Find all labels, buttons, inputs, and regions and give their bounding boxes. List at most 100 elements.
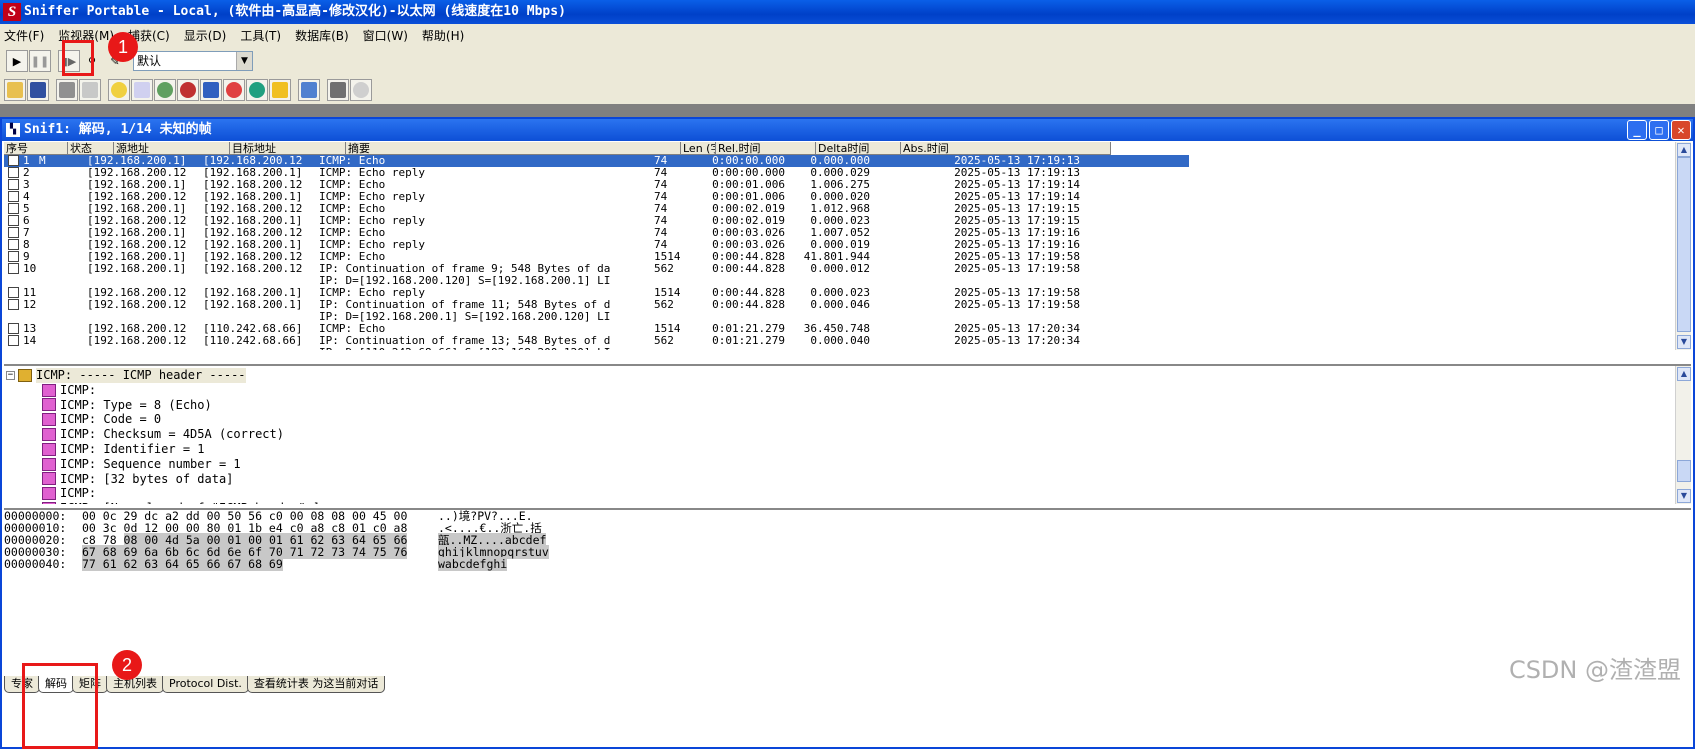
table-row[interactable]: IP: D=[110.242.68.66] S=[192.168.200.120… bbox=[4, 347, 1189, 350]
maximize-button[interactable]: □ bbox=[1649, 120, 1669, 140]
close-button[interactable]: ✕ bbox=[1671, 120, 1691, 140]
menu-item[interactable]: 工具(T) bbox=[240, 27, 281, 44]
chevron-down-icon[interactable]: ▼ bbox=[236, 52, 252, 70]
tree-node[interactable]: ICMP: [32 bytes of data] bbox=[6, 472, 320, 487]
table-row[interactable]: 7 [192.168.200.1] [192.168.200.12 ICMP: Ech… bbox=[4, 227, 1189, 239]
cell-no: 1 bbox=[23, 155, 30, 167]
table-row[interactable]: 2 [192.168.200.12 [192.168.200.1] ICMP: Ech… bbox=[4, 167, 1189, 179]
print-setup-icon[interactable] bbox=[79, 79, 101, 101]
scroll-up-icon[interactable]: ▲ bbox=[1677, 143, 1691, 157]
decode-window-titlebar[interactable]: ▚ Snif1: 解码, 1/14 未知的帧 _ □ ✕ bbox=[2, 119, 1693, 141]
hex-row: 00000040: 77 61 62 63 64 65 66 67 68 69 wa… bbox=[4, 557, 1691, 571]
application-response-icon[interactable] bbox=[177, 79, 199, 101]
matrix-icon[interactable] bbox=[154, 79, 176, 101]
column-header[interactable]: Delta时间 bbox=[816, 142, 901, 155]
column-header[interactable]: 摘要 bbox=[346, 142, 681, 155]
cell-summary: IP: D=[110.242.68.66] S=[192.168.200.120… bbox=[317, 347, 652, 350]
profile-select[interactable]: 默认 ▼ bbox=[133, 51, 253, 71]
menu-item[interactable]: 帮助(H) bbox=[422, 27, 464, 44]
view-tab[interactable]: 查看统计表 为这当前对话 bbox=[246, 676, 386, 693]
table-row[interactable]: 8 [192.168.200.12 [192.168.200.1] ICMP: Ech… bbox=[4, 239, 1189, 251]
scroll-thumb[interactable] bbox=[1677, 157, 1691, 332]
cell-abs: 2025-05-13 17:19:58 bbox=[954, 299, 1080, 311]
tree-node[interactable]: ICMP: Identifier = 1 bbox=[6, 442, 320, 457]
hex-bytes[interactable]: 77 61 62 63 64 65 66 67 68 69 bbox=[82, 557, 438, 571]
column-header[interactable]: 目标地址 bbox=[230, 142, 346, 155]
view-tab[interactable]: Protocol Dist. bbox=[162, 676, 249, 693]
column-header[interactable]: Len (字 bbox=[681, 142, 716, 155]
table-row[interactable]: 13 [192.168.200.12 [110.242.68.66] ICMP: Ec… bbox=[4, 323, 1189, 335]
row-checkbox[interactable] bbox=[8, 299, 19, 310]
scroll-down-icon[interactable]: ▼ bbox=[1677, 489, 1691, 503]
tree-node[interactable]: ICMP: bbox=[6, 486, 320, 501]
table-row[interactable]: IP: D=[192.168.200.1] S=[192.168.200.120… bbox=[4, 311, 1189, 323]
pause-capture-button[interactable]: ❚❚ bbox=[29, 50, 51, 72]
row-checkbox[interactable] bbox=[8, 203, 19, 214]
collapse-icon[interactable]: − bbox=[6, 370, 15, 380]
tree-node[interactable]: ICMP: Sequence number = 1 bbox=[6, 457, 320, 472]
menu-item[interactable]: 数据库(B) bbox=[295, 27, 349, 44]
table-row[interactable]: 4 [192.168.200.12 [192.168.200.1] ICMP: Ech… bbox=[4, 191, 1189, 203]
tree-node[interactable]: ICMP: bbox=[6, 383, 320, 398]
alarm-log-icon[interactable] bbox=[269, 79, 291, 101]
row-checkbox[interactable] bbox=[8, 155, 19, 166]
row-checkbox[interactable] bbox=[8, 239, 19, 250]
open-file-icon[interactable] bbox=[4, 79, 26, 101]
tree-root-node[interactable]: − ICMP: ----- ICMP header ----- bbox=[6, 368, 320, 383]
row-checkbox[interactable] bbox=[8, 263, 19, 274]
table-row[interactable]: 12 [192.168.200.12 [192.168.200.1] IP: Cont… bbox=[4, 299, 1189, 311]
column-header[interactable]: 源地址 bbox=[114, 142, 230, 155]
row-checkbox[interactable] bbox=[8, 251, 19, 262]
table-row[interactable]: 10 [192.168.200.1] [192.168.200.12 IP: Cont… bbox=[4, 263, 1189, 275]
minimize-button[interactable]: _ bbox=[1627, 120, 1647, 140]
cell-status bbox=[39, 179, 85, 191]
column-header[interactable]: Abs.时间 bbox=[901, 142, 1111, 155]
column-header[interactable]: Rel.时间 bbox=[716, 142, 816, 155]
menu-item[interactable]: 窗口(W) bbox=[363, 27, 408, 44]
row-checkbox[interactable] bbox=[8, 179, 19, 190]
column-header[interactable]: 序号 bbox=[4, 142, 68, 155]
column-header[interactable]: 状态 bbox=[68, 142, 114, 155]
dashboard-icon[interactable] bbox=[108, 79, 130, 101]
row-checkbox[interactable] bbox=[8, 215, 19, 226]
scroll-up-icon[interactable]: ▲ bbox=[1677, 367, 1691, 381]
table-row[interactable]: 14 [192.168.200.12 [110.242.68.66] IP: Cont… bbox=[4, 335, 1189, 347]
print-icon[interactable] bbox=[56, 79, 78, 101]
ascii-bytes[interactable]: wabcdefghi bbox=[438, 557, 568, 571]
tree-node[interactable]: ICMP: [Normal end of "ICMP header".] bbox=[6, 501, 320, 504]
table-row[interactable]: 6 [192.168.200.12 [192.168.200.1] ICMP: Ech… bbox=[4, 215, 1189, 227]
host-table-icon[interactable] bbox=[131, 79, 153, 101]
menu-item[interactable]: 文件(F) bbox=[4, 27, 44, 44]
table-row[interactable]: 11 [192.168.200.12 [192.168.200.1] ICMP: Ec… bbox=[4, 287, 1189, 299]
row-checkbox[interactable] bbox=[8, 335, 19, 346]
table-row[interactable]: 3 [192.168.200.1] [192.168.200.12 ICMP: Ech… bbox=[4, 179, 1189, 191]
history-samples-icon[interactable] bbox=[200, 79, 222, 101]
table-row[interactable]: IP: D=[192.168.200.120] S=[192.168.200.1… bbox=[4, 275, 1189, 287]
row-checkbox[interactable] bbox=[8, 323, 19, 334]
row-checkbox[interactable] bbox=[8, 191, 19, 202]
tree-node[interactable]: ICMP: Checksum = 4D5A (correct) bbox=[6, 427, 320, 442]
table-row[interactable]: 9 [192.168.200.1] [192.168.200.12 ICMP: Ech… bbox=[4, 251, 1189, 263]
packet-generator-icon[interactable] bbox=[327, 79, 349, 101]
scroll-down-icon[interactable]: ▼ bbox=[1677, 335, 1691, 349]
packet-list-scrollbar[interactable]: ▲ ▼ bbox=[1675, 142, 1691, 350]
protocol-distribution-icon[interactable] bbox=[223, 79, 245, 101]
menu-item[interactable]: 显示(D) bbox=[184, 27, 227, 44]
cell-rel: 0:00:02.019 bbox=[712, 215, 785, 227]
start-capture-button[interactable]: ▶ bbox=[6, 50, 28, 72]
watermark: CSDN @渣渣盟 bbox=[1508, 656, 1681, 684]
global-statistics-icon[interactable] bbox=[246, 79, 268, 101]
filter-icon[interactable] bbox=[298, 79, 320, 101]
save-icon[interactable] bbox=[27, 79, 49, 101]
scroll-thumb[interactable] bbox=[1677, 460, 1691, 482]
table-row[interactable]: 5 [192.168.200.1] [192.168.200.12 ICMP: Ech… bbox=[4, 203, 1189, 215]
view-tab[interactable]: 主机列表 bbox=[106, 676, 164, 693]
row-checkbox[interactable] bbox=[8, 167, 19, 178]
decode-scrollbar[interactable]: ▲ ▼ bbox=[1675, 366, 1691, 504]
window-system-icon[interactable]: ▚ bbox=[6, 123, 20, 137]
row-checkbox[interactable] bbox=[8, 227, 19, 238]
tree-node[interactable]: ICMP: Code = 0 bbox=[6, 412, 320, 427]
table-row[interactable]: 1 M [192.168.200.1] [192.168.200.12 ICMP: Ec… bbox=[4, 155, 1189, 167]
tree-node[interactable]: ICMP: Type = 8 (Echo) bbox=[6, 398, 320, 413]
row-checkbox[interactable] bbox=[8, 287, 19, 298]
